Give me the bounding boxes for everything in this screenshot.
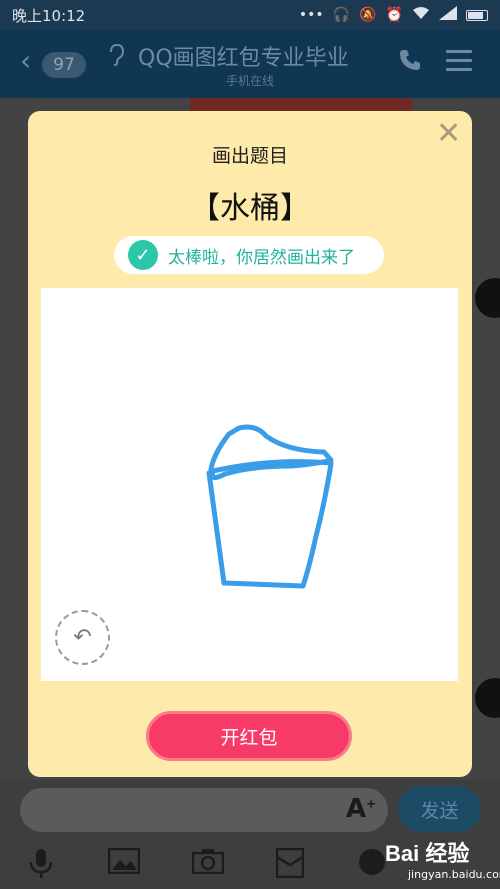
input-row: A+ 发送 [0,780,500,840]
image-icon[interactable] [107,847,141,881]
message-input[interactable] [20,788,388,832]
wifi-icon [412,6,430,24]
avatar [475,278,500,318]
baidu-watermark: Bai 经验 [385,841,470,866]
menu-icon[interactable] [446,50,472,77]
target-word: 【水桶】 [190,191,310,226]
status-bar: 晚上10:12 ••• 🎧 🔕 ⏰ [0,0,500,30]
battery-icon [466,9,488,21]
font-style-icon[interactable]: A+ [346,794,376,824]
headset-icon: 🎧 [332,7,351,23]
open-red-packet-button[interactable]: 开红包 [146,711,352,761]
undo-button[interactable]: ↶ [55,610,110,665]
chat-title: QQ画图红包专业毕业 [138,46,349,71]
avatar [475,678,500,718]
ear-icon [108,43,125,72]
emoji-icon[interactable] [358,848,386,883]
baidu-watermark-url: jingyan.baidu.com [408,868,500,881]
send-button[interactable]: 发送 [398,786,481,832]
drawing-canvas[interactable]: ↶ [41,288,458,681]
success-text: 太棒啦，你居然画出来了 [168,247,355,268]
signal-icon [439,6,457,24]
status-time: 晚上10:12 [12,6,86,25]
more-icon: ••• [298,7,324,23]
phone-icon[interactable] [398,48,422,78]
mute-icon: 🔕 [359,7,377,23]
red-packet-card [190,98,412,112]
status-icons: ••• 🎧 🔕 ⏰ [299,6,488,24]
online-status: 手机在线 [225,74,274,88]
check-icon: ✓ [128,240,158,270]
camera-icon[interactable] [191,848,225,881]
chat-header: ‹ 97 QQ画图红包专业毕业 手机在线 [0,30,500,98]
modal-title: 画出题目 [211,145,288,167]
microphone-icon[interactable] [28,848,54,885]
alarm-icon: ⏰ [385,7,403,23]
success-banner: ✓ 太棒啦，你居然画出来了 [114,236,384,274]
undo-icon: ↶ [73,625,92,650]
bucket-body-stroke [206,461,334,589]
draw-guess-modal: ✕ 画出题目 【水桶】 ✓ 太棒啦，你居然画出来了 ↶ 开红包 [28,111,472,777]
red-packet-icon[interactable] [275,847,305,885]
